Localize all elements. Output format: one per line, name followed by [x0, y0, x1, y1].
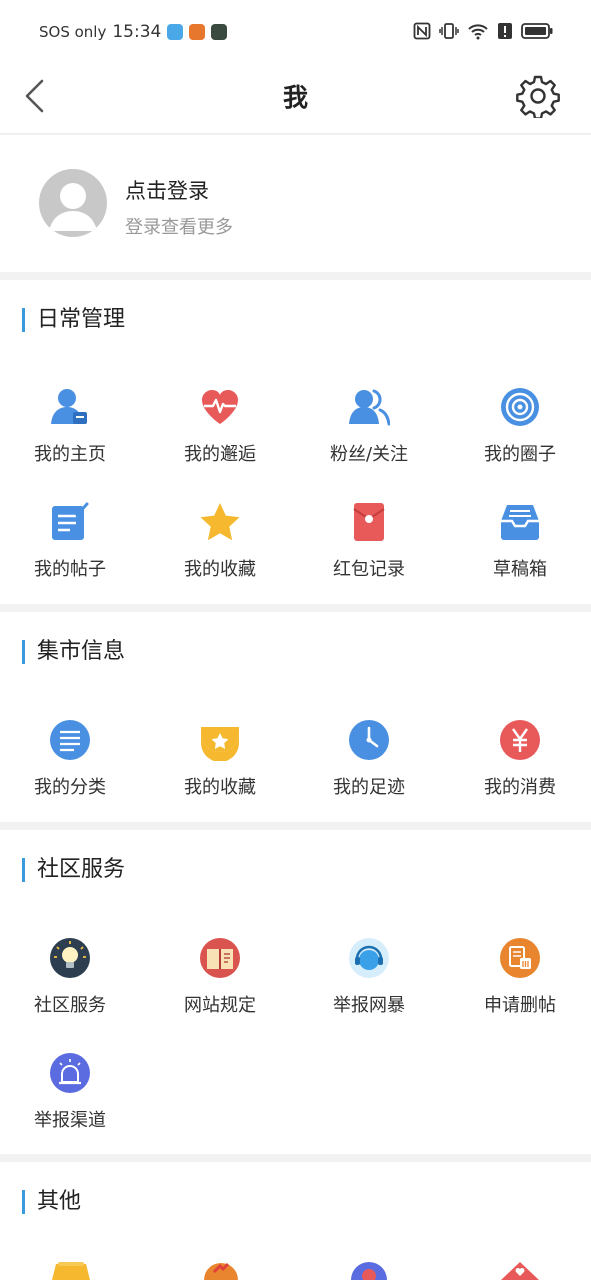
- star-box-icon: [201, 727, 239, 761]
- menu-my-spending[interactable]: 我的消费: [450, 719, 590, 809]
- notification-app-icon-3: [211, 24, 228, 40]
- other-item-3-icon[interactable]: [348, 1260, 390, 1280]
- other-item-2-icon[interactable]: [200, 1260, 242, 1280]
- menu-my-circles[interactable]: 我的圈子: [450, 386, 590, 476]
- clock-icon: [349, 720, 389, 760]
- lightbulb-icon: [50, 938, 90, 978]
- menu-label: 我的分类: [34, 777, 106, 798]
- menu-my-encounters[interactable]: 我的邂逅: [150, 386, 290, 476]
- red-envelope-icon: [353, 503, 385, 541]
- menu-my-categories[interactable]: 我的分类: [0, 719, 140, 809]
- menu-label: 红包记录: [333, 559, 405, 580]
- menu-label: 我的消费: [484, 777, 556, 798]
- section-title-community: 社区服务: [22, 858, 125, 882]
- notification-app-icon-1: [167, 24, 184, 40]
- circles-icon: [501, 388, 539, 426]
- status-bar: SOS only 15:34: [0, 0, 591, 62]
- menu-my-homepage[interactable]: 我的主页: [0, 386, 140, 476]
- menu-label: 申请删帖: [484, 995, 556, 1016]
- menu-label: 我的主页: [34, 444, 106, 465]
- gear-icon[interactable]: [516, 74, 560, 118]
- battery-icon: [521, 23, 553, 39]
- user-card-icon: [51, 389, 87, 424]
- menu-label: 草稿箱: [493, 559, 547, 580]
- nfc-icon: [413, 22, 431, 40]
- menu-label: 我的收藏: [184, 559, 256, 580]
- headset-icon: [349, 938, 389, 978]
- wifi-icon: [468, 24, 488, 40]
- section-title-daily: 日常管理: [22, 308, 125, 332]
- carrier-text: SOS only: [39, 23, 107, 41]
- menu-site-rules[interactable]: 网站规定: [150, 937, 290, 1027]
- delete-doc-icon: [500, 938, 540, 978]
- edit-note-icon: [52, 502, 89, 540]
- section-title-market: 集市信息: [22, 640, 125, 664]
- menu-report-cyberbullying[interactable]: 举报网暴: [299, 937, 439, 1027]
- section-market: 集市信息 我的分类 我的收藏 我的足迹 我的消费: [0, 612, 591, 822]
- alarm-icon: [50, 1053, 90, 1093]
- menu-request-delete-post[interactable]: 申请删帖: [450, 937, 590, 1027]
- menu-fans-follow[interactable]: 粉丝/关注: [299, 386, 439, 476]
- menu-report-channel[interactable]: 举报渠道: [0, 1052, 140, 1142]
- vibrate-icon: [439, 23, 459, 39]
- profile-card[interactable]: 点击登录 登录查看更多: [0, 135, 591, 272]
- menu-label: 我的邂逅: [184, 444, 256, 465]
- menu-label: 网站规定: [184, 995, 256, 1016]
- rulebook-icon: [200, 938, 240, 978]
- login-prompt[interactable]: 点击登录: [125, 175, 209, 205]
- menu-label: 我的足迹: [333, 777, 405, 798]
- menu-label: 我的圈子: [484, 444, 556, 465]
- list-icon: [50, 720, 90, 760]
- menu-label: 粉丝/关注: [329, 444, 409, 465]
- menu-market-favorites[interactable]: 我的收藏: [150, 719, 290, 809]
- status-time: 15:34: [112, 22, 162, 42]
- menu-my-posts[interactable]: 我的帖子: [0, 501, 140, 591]
- nav-bar: 我: [0, 62, 591, 134]
- menu-drafts[interactable]: 草稿箱: [450, 501, 590, 591]
- menu-label: 我的收藏: [184, 777, 256, 798]
- section-community: 社区服务 社区服务 网站规定 举报网暴 申请删帖 举报渠道: [0, 830, 591, 1154]
- menu-label: 社区服务: [34, 995, 106, 1016]
- section-title-other: 其他: [22, 1190, 81, 1214]
- alert-icon: [498, 23, 512, 39]
- menu-my-favorites[interactable]: 我的收藏: [150, 501, 290, 591]
- other-item-4-icon[interactable]: [499, 1260, 541, 1280]
- default-avatar-icon: [49, 183, 97, 231]
- notification-app-icon-2: [189, 24, 206, 40]
- menu-red-envelope-records[interactable]: 红包记录: [299, 501, 439, 591]
- heartbeat-icon: [202, 390, 238, 424]
- section-daily: 日常管理 我的主页 我的邂逅 粉丝/关注 我的圈子 我的帖子 我的收藏 红包记录…: [0, 280, 591, 604]
- avatar[interactable]: [39, 169, 107, 237]
- yen-icon: [500, 720, 540, 760]
- page-title: 我: [282, 83, 308, 112]
- menu-label: 我的帖子: [34, 559, 106, 580]
- users-icon: [349, 389, 390, 426]
- menu-my-footprints[interactable]: 我的足迹: [299, 719, 439, 809]
- inbox-icon: [501, 505, 539, 540]
- login-subtitle: 登录查看更多: [125, 217, 233, 238]
- menu-label: 举报网暴: [333, 995, 405, 1016]
- star-icon: [200, 503, 240, 541]
- menu-label: 举报渠道: [34, 1110, 106, 1131]
- section-other: 其他: [0, 1162, 591, 1280]
- other-item-1-icon[interactable]: [50, 1260, 92, 1280]
- menu-community-service[interactable]: 社区服务: [0, 937, 140, 1027]
